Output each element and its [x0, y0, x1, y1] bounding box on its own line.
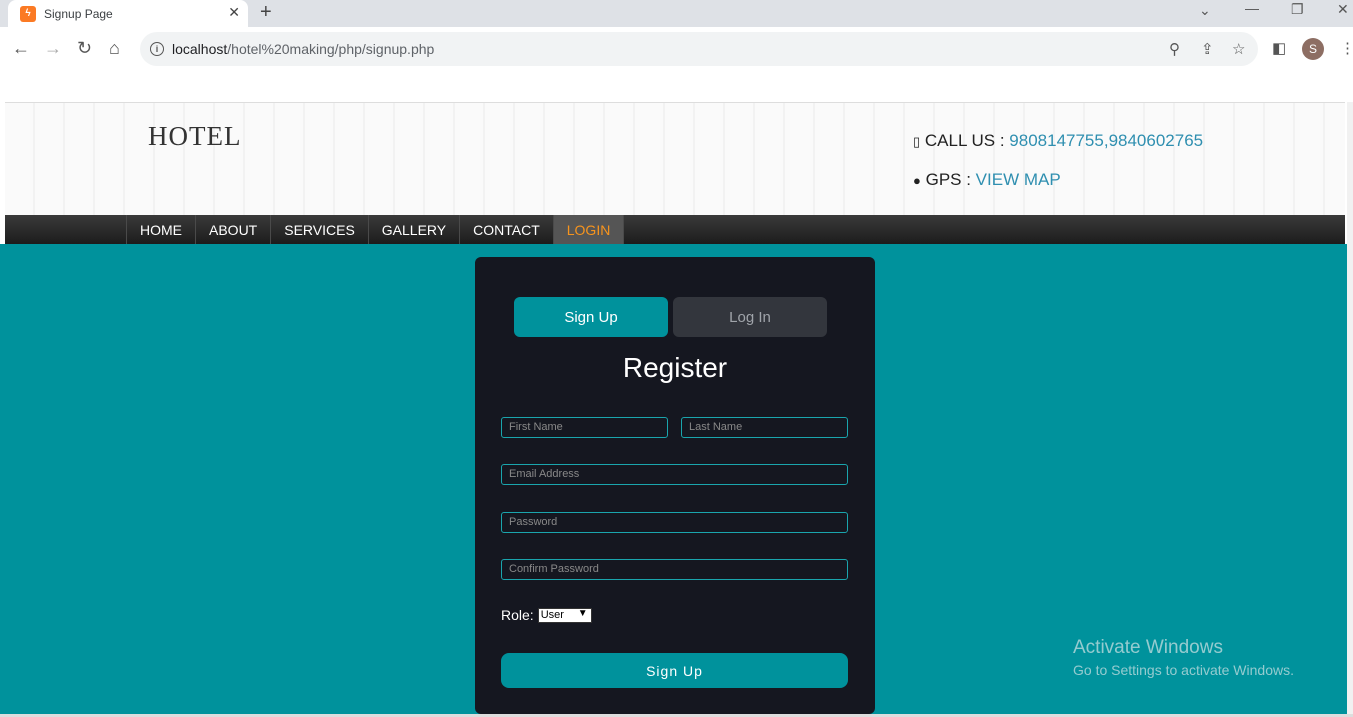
browser-tab-strip: ϟ Signup Page ✕ + ⌄ — ❐ ✕ [0, 0, 1353, 27]
call-label: CALL US : [924, 131, 1010, 150]
page-scrollbar[interactable] [1347, 102, 1353, 714]
bookmark-star-icon[interactable]: ☆ [1232, 40, 1245, 58]
role-selected-value: User [540, 609, 564, 621]
tab-close-icon[interactable]: ✕ [228, 4, 240, 21]
url-host: localhost [172, 41, 228, 57]
tab-search-chevron-icon[interactable]: ⌄ [1199, 2, 1211, 19]
url-path: /hotel%20making/php/signup.php [227, 41, 435, 57]
phone-numbers[interactable]: 9808147755,9840602765 [1009, 131, 1203, 150]
nav-home[interactable]: HOME [126, 215, 195, 244]
home-icon[interactable]: ⌂ [109, 38, 120, 58]
chevron-down-icon: ▼ [577, 607, 588, 619]
watermark-title: Activate Windows [1073, 637, 1223, 658]
restore-icon[interactable]: ❐ [1291, 1, 1304, 18]
signup-tab-button[interactable]: Sign Up [514, 297, 668, 337]
browser-tab[interactable]: ϟ Signup Page ✕ [8, 0, 248, 27]
confirm-password-input[interactable]: Confirm Password [501, 559, 848, 580]
role-row: Role: User ▼ [501, 607, 592, 623]
watermark-subtitle: Go to Settings to activate Windows. [1073, 662, 1294, 678]
address-bar[interactable]: i localhost/hotel%20making/php/signup.ph… [140, 32, 1258, 66]
window-close-icon[interactable]: ✕ [1337, 1, 1349, 18]
form-heading: Register [622, 352, 728, 383]
nav-login[interactable]: LOGIN [552, 215, 625, 244]
forward-arrow-icon[interactable]: → [44, 38, 62, 58]
tab-title: Signup Page [44, 6, 113, 21]
site-info-icon[interactable]: i [150, 42, 164, 56]
xampp-favicon-icon: ϟ [20, 5, 36, 22]
main-nav: HOME ABOUT SERVICES GALLERY CONTACT LOGI… [5, 215, 1345, 244]
password-input[interactable]: Password [501, 512, 848, 533]
zoom-icon[interactable]: ⚲ [1169, 40, 1180, 58]
windows-activation-watermark: Activate Windows Go to Settings to activ… [1073, 637, 1294, 678]
reload-icon[interactable]: ↻ [77, 38, 92, 58]
nav-contact[interactable]: CONTACT [459, 215, 553, 244]
nav-services[interactable]: SERVICES [270, 215, 368, 244]
login-tab-button[interactable]: Log In [673, 297, 827, 337]
back-arrow-icon[interactable]: ← [12, 38, 30, 58]
site-logo[interactable]: HOTEL [148, 121, 241, 152]
signup-submit-button[interactable]: Sign Up [501, 653, 848, 688]
gps-label: GPS : [925, 170, 976, 189]
gps-line: ● GPS : VIEW MAP [913, 170, 1061, 190]
nav-about[interactable]: ABOUT [195, 215, 270, 244]
phone-icon: ▯ [913, 134, 921, 149]
first-name-input[interactable]: First Name [501, 417, 668, 438]
role-label: Role: [501, 607, 534, 623]
side-panel-icon[interactable]: ◧ [1272, 39, 1286, 59]
last-name-input[interactable]: Last Name [681, 417, 848, 438]
call-us-line: ▯ CALL US : 9808147755,9840602765 [913, 131, 1203, 151]
menu-kebab-icon[interactable]: ⋮ [1340, 39, 1353, 59]
browser-toolbar: ← → ↻ ⌂ i localhost/hotel%20making/php/s… [0, 27, 1353, 71]
map-pin-icon: ● [913, 173, 921, 188]
nav-gallery[interactable]: GALLERY [367, 215, 459, 244]
email-input[interactable]: Email Address [501, 464, 848, 485]
site-header: HOTEL ▯ CALL US : 9808147755,9840602765 … [5, 102, 1345, 215]
profile-avatar[interactable]: S [1302, 38, 1324, 60]
share-icon[interactable]: ⇪ [1201, 40, 1214, 58]
new-tab-icon[interactable]: + [260, 1, 272, 24]
view-map-link[interactable]: VIEW MAP [976, 170, 1061, 189]
minimize-icon[interactable]: — [1245, 0, 1259, 16]
signup-card: Sign Up Log In Register First Name Last … [475, 257, 875, 714]
role-select[interactable]: User ▼ [537, 607, 592, 623]
